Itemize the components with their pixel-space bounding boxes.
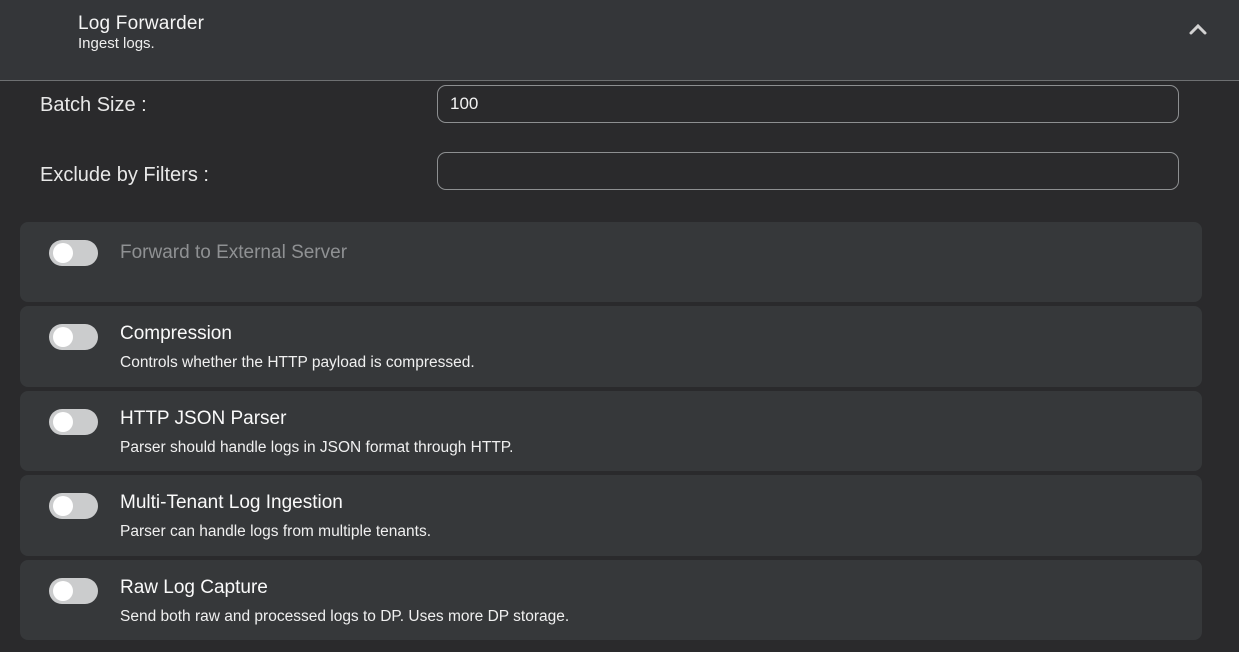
toggle-label: Forward to External Server [120,238,347,268]
toggle-knob [53,327,73,347]
toggle-row-forward-to-external-server: Forward to External Server [20,222,1202,302]
chevron-up-icon [1186,18,1210,45]
page-title: Log Forwarder [78,12,204,35]
toggle-description: Controls whether the HTTP payload is com… [120,352,475,373]
toggle-knob [53,581,73,601]
section-header-text: Log Forwarder Ingest logs. [78,12,204,53]
forward-to-external-server-toggle[interactable] [49,240,98,266]
compression-toggle[interactable] [49,324,98,350]
exclude-by-filters-label: Exclude by Filters : [40,164,209,187]
toggle-text: HTTP JSON Parser Parser should handle lo… [120,407,513,458]
raw-log-capture-toggle[interactable] [49,578,98,604]
toggle-label: Raw Log Capture [120,576,569,600]
toggle-settings-panel: Forward to External Server Compression C… [20,222,1202,640]
toggle-text: Forward to External Server [120,238,347,268]
exclude-by-filters-input[interactable] [437,152,1179,190]
page-subtitle: Ingest logs. [78,35,204,53]
toggle-row-raw-log-capture: Raw Log Capture Send both raw and proces… [20,560,1202,640]
section-header: Log Forwarder Ingest logs. [0,0,1239,81]
toggle-text: Raw Log Capture Send both raw and proces… [120,576,569,627]
toggle-text: Compression Controls whether the HTTP pa… [120,322,475,373]
toggle-knob [53,412,73,432]
multi-tenant-log-ingestion-toggle[interactable] [49,493,98,519]
collapse-section-button[interactable] [1183,16,1213,46]
toggle-knob [53,496,73,516]
toggle-row-http-json-parser: HTTP JSON Parser Parser should handle lo… [20,391,1202,471]
toggle-knob [53,243,73,263]
toggle-description: Parser can handle logs from multiple ten… [120,521,431,542]
toggle-text: Multi-Tenant Log Ingestion Parser can ha… [120,491,431,542]
batch-size-input[interactable] [437,85,1179,123]
batch-size-label: Batch Size : [40,94,147,117]
toggle-description: Send both raw and processed logs to DP. … [120,606,569,627]
toggle-description: Parser should handle logs in JSON format… [120,437,513,458]
toggle-row-multi-tenant-log-ingestion: Multi-Tenant Log Ingestion Parser can ha… [20,475,1202,555]
toggle-label: Multi-Tenant Log Ingestion [120,491,431,515]
http-json-parser-toggle[interactable] [49,409,98,435]
toggle-row-compression: Compression Controls whether the HTTP pa… [20,306,1202,386]
toggle-label: HTTP JSON Parser [120,407,513,431]
toggle-label: Compression [120,322,475,346]
